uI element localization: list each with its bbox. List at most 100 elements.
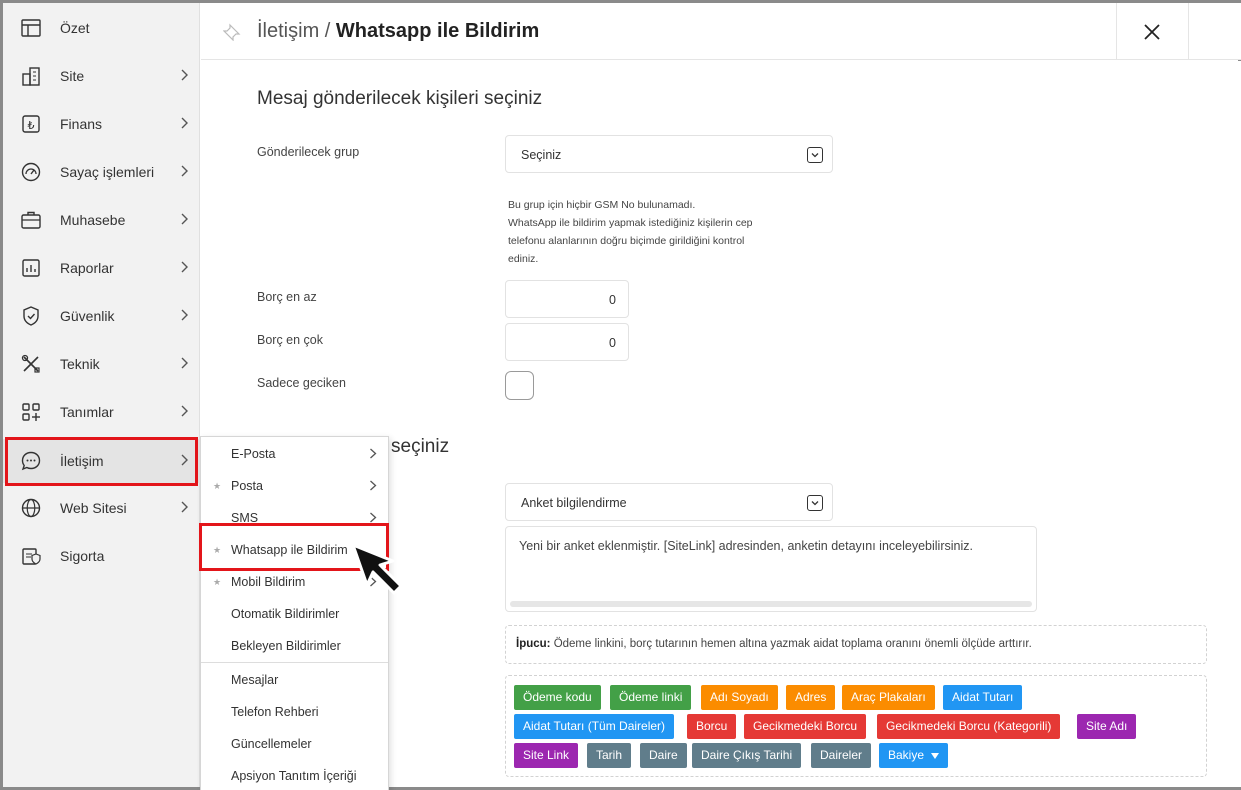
chevron-right-icon bbox=[181, 117, 188, 129]
tag-daire-cikis-tarihi[interactable]: Daire Çıkış Tarihi bbox=[692, 743, 802, 768]
table-icon bbox=[21, 19, 41, 37]
insurance-icon bbox=[22, 548, 41, 565]
tip-label: İpucu: bbox=[516, 638, 551, 650]
tag-tarih[interactable]: Tarih bbox=[587, 743, 632, 768]
tag-site-link[interactable]: Site Link bbox=[514, 743, 579, 768]
sidebar-item-label: Özet bbox=[60, 20, 90, 36]
submenu-item-label: Bekleyen Bildirimler bbox=[231, 639, 341, 653]
sidebar-item-web-sitesi[interactable]: Web Sitesi bbox=[3, 486, 200, 530]
chevron-right-icon bbox=[370, 448, 377, 459]
tag-gecikmedeki-borcu-kategorili[interactable]: Gecikmedeki Borcu (Kategorili) bbox=[877, 714, 1061, 739]
sidebar-item-label: Sigorta bbox=[60, 548, 105, 564]
help-line: Bu grup için hiçbir GSM No bulunamadı. bbox=[508, 199, 696, 211]
submenu-item-otomatik-bildirimler[interactable]: Otomatik Bildirimler bbox=[201, 598, 388, 630]
highlight-iletisim bbox=[5, 437, 198, 486]
sidebar-item-sayac[interactable]: Sayaç işlemleri bbox=[3, 150, 200, 194]
sidebar-item-label: Sayaç işlemleri bbox=[60, 164, 155, 180]
sidebar-item-label: Teknik bbox=[60, 356, 100, 372]
group-select[interactable]: Seçiniz bbox=[505, 135, 833, 173]
template-select[interactable]: Anket bilgilendirme bbox=[505, 483, 833, 521]
pin-icon[interactable] bbox=[223, 23, 241, 41]
tag-site-adi[interactable]: Site Adı bbox=[1077, 714, 1137, 739]
message-textarea[interactable]: Yeni bir anket eklenmiştir. [SiteLink] a… bbox=[505, 526, 1037, 612]
only-late-label: Sadece geciken bbox=[257, 376, 346, 390]
tag-borcu[interactable]: Borcu bbox=[687, 714, 737, 739]
tag-daireler[interactable]: Daireler bbox=[811, 743, 872, 768]
tag-odeme-kodu[interactable]: Ödeme kodu bbox=[514, 685, 601, 710]
star-icon[interactable]: ★ bbox=[213, 481, 221, 492]
debt-max-input[interactable]: 0 bbox=[505, 323, 629, 361]
template-select-value: Anket bilgilendirme bbox=[521, 496, 627, 510]
sidebar-item-guvenlik[interactable]: Güvenlik bbox=[3, 294, 200, 338]
building-icon bbox=[22, 67, 40, 86]
debt-max-value: 0 bbox=[609, 336, 616, 350]
chart-icon bbox=[22, 259, 40, 277]
submenu-item-posta[interactable]: ★ Posta bbox=[201, 470, 388, 502]
sidebar-item-label: Site bbox=[60, 68, 85, 84]
sidebar-item-label: Finans bbox=[60, 116, 103, 132]
chevron-down-icon bbox=[807, 495, 823, 511]
tag-daire[interactable]: Daire bbox=[640, 743, 687, 768]
submenu-item-mesajlar[interactable]: Mesajlar bbox=[201, 664, 388, 696]
page-header: İletişim / Whatsapp ile Bildirim bbox=[201, 3, 1241, 60]
chevron-right-icon bbox=[370, 512, 377, 523]
submenu-item-label: Mesajlar bbox=[231, 673, 279, 687]
sidebar-item-label: Raporlar bbox=[60, 260, 114, 276]
chevron-right-icon bbox=[181, 309, 188, 321]
sidebar-item-sigorta[interactable]: Sigorta bbox=[3, 534, 200, 578]
group-select-value: Seçiniz bbox=[521, 148, 562, 162]
tag-aidat-tutari[interactable]: Aidat Tutarı bbox=[943, 685, 1023, 710]
help-line: telefonu alanlarının doğru biçimde giril… bbox=[508, 235, 745, 247]
lira-icon: ₺ bbox=[22, 115, 40, 133]
mouse-cursor-icon bbox=[351, 543, 403, 595]
close-button[interactable] bbox=[1116, 3, 1188, 60]
sidebar-item-site[interactable]: Site bbox=[3, 54, 200, 98]
debt-min-value: 0 bbox=[609, 293, 616, 307]
sidebar-item-raporlar[interactable]: Raporlar bbox=[3, 246, 200, 290]
tag-odeme-linki[interactable]: Ödeme linki bbox=[610, 685, 692, 710]
chevron-down-icon bbox=[807, 147, 823, 163]
chevron-right-icon bbox=[370, 480, 377, 491]
sidebar-item-muhasebe[interactable]: Muhasebe bbox=[3, 198, 200, 242]
close-icon bbox=[1144, 23, 1160, 40]
chevron-right-icon bbox=[181, 213, 188, 225]
submenu-item-apsiyon-tanitim[interactable]: Apsiyon Tanıtım İçeriği bbox=[201, 760, 388, 790]
tag-aidat-tutari-tum[interactable]: Aidat Tutarı (Tüm Daireler) bbox=[514, 714, 675, 739]
help-line: ediniz. bbox=[508, 253, 539, 265]
breadcrumb-current: Whatsapp ile Bildirim bbox=[335, 20, 540, 42]
chevron-right-icon bbox=[181, 261, 188, 273]
svg-text:₺: ₺ bbox=[28, 119, 35, 132]
tag-gecikmedeki-borcu[interactable]: Gecikmedeki Borcu bbox=[744, 714, 867, 739]
star-icon[interactable]: ★ bbox=[213, 577, 221, 588]
submenu-item-eposta[interactable]: E-Posta bbox=[201, 438, 388, 470]
divider bbox=[1188, 3, 1189, 60]
chevron-right-icon bbox=[181, 501, 188, 513]
sidebar-item-ozet[interactable]: Özet bbox=[3, 6, 200, 50]
sidebar-item-teknik[interactable]: Teknik bbox=[3, 342, 200, 386]
submenu-item-guncellemeler[interactable]: Güncellemeler bbox=[201, 728, 388, 760]
debt-min-input[interactable]: 0 bbox=[505, 280, 629, 318]
tag-bakiye-label: Bakiye bbox=[888, 748, 925, 762]
section-title: Mesaj gönderilecek kişileri seçiniz bbox=[257, 88, 543, 109]
help-text: Bu grup için hiçbir GSM No bulunamadı. W… bbox=[508, 196, 798, 268]
sidebar-item-finans[interactable]: ₺ Finans bbox=[3, 102, 200, 146]
tag-bakiye-dropdown[interactable]: Bakiye bbox=[879, 743, 949, 768]
help-line: WhatsApp ile bildirim yapmak istediğiniz… bbox=[508, 217, 753, 229]
submenu-item-bekleyen-bildirimler[interactable]: Bekleyen Bildirimler bbox=[201, 630, 388, 662]
only-late-checkbox[interactable] bbox=[505, 371, 534, 400]
tag-arac-plakalari[interactable]: Araç Plakaları bbox=[842, 685, 935, 710]
submenu-item-telefon-rehberi[interactable]: Telefon Rehberi bbox=[201, 696, 388, 728]
tip-box: İpucu: Ödeme linkini, borç tutarının hem… bbox=[505, 625, 1207, 664]
breadcrumb-parent[interactable]: İletişim bbox=[257, 20, 319, 42]
tag-adi-soyadi[interactable]: Adı Soyadı bbox=[701, 685, 778, 710]
caret-down-icon bbox=[931, 753, 940, 759]
sidebar: Özet Site ₺ Finans Sayaç işlemleri Muhas… bbox=[3, 3, 200, 787]
submenu-item-label: E-Posta bbox=[231, 447, 276, 461]
submenu-item-label: Mobil Bildirim bbox=[231, 575, 306, 589]
chevron-right-icon bbox=[181, 357, 188, 369]
tag-adres[interactable]: Adres bbox=[786, 685, 836, 710]
group-label: Gönderilecek grup bbox=[257, 145, 360, 159]
message-text: Yeni bir anket eklenmiştir. [SiteLink] a… bbox=[519, 539, 973, 553]
sidebar-item-tanimlar[interactable]: Tanımlar bbox=[3, 390, 200, 434]
resize-bar[interactable] bbox=[510, 601, 1032, 607]
